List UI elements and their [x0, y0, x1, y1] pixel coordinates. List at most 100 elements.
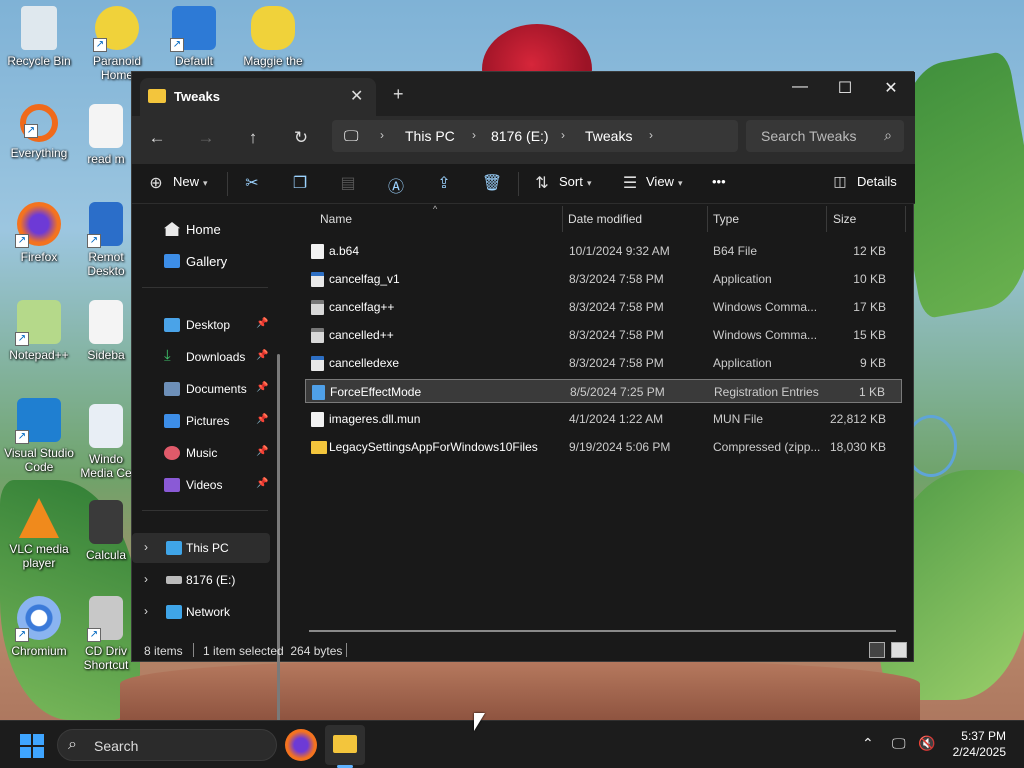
share-icon[interactable]: ⇪ [432, 173, 456, 193]
nav-home[interactable]: Home [132, 214, 270, 244]
desktop-icon-maggie[interactable]: Maggie the [232, 2, 314, 68]
desktop-icon-recycle-bin[interactable]: Recycle Bin [0, 2, 80, 68]
table-row[interactable]: cancelfag_v1 8/3/2024 7:58 PM Applicatio… [305, 267, 902, 291]
desktop-icon-everything[interactable]: ↗ Everything [0, 100, 80, 160]
desktop-icon-readme[interactable]: read m [76, 100, 136, 166]
desktop-icon-default[interactable]: ↗ Default [153, 2, 235, 68]
column-header-date[interactable]: Date modified [568, 212, 642, 226]
table-row[interactable]: cancelfag++ 8/3/2024 7:58 PM Windows Com… [305, 295, 902, 319]
column-header-name[interactable]: Name [320, 212, 352, 226]
details-button[interactable]: Details [857, 174, 897, 189]
volume-muted-icon[interactable]: 🔇 [918, 735, 935, 752]
refresh-icon[interactable]: ↻ [288, 128, 314, 148]
horizontal-scrollbar[interactable] [309, 630, 896, 632]
tab-close-icon[interactable]: ✕ [350, 86, 363, 106]
column-divider[interactable] [707, 206, 708, 232]
breadcrumb-drive[interactable]: 8176 (E:) [491, 128, 549, 144]
sort-icon: ⇅ [535, 175, 549, 192]
nav-drive-e[interactable]: › 8176 (E:) [132, 565, 270, 595]
desktop-icon-vlc[interactable]: VLC media player [0, 494, 80, 570]
breadcrumb[interactable]: 🖵 › This PC › 8176 (E:) › Tweaks › [332, 120, 738, 152]
desktop-icon-calculator[interactable]: Calcula [76, 496, 136, 562]
taskbar-search[interactable]: ⌕ Search [57, 729, 277, 761]
up-arrow-icon[interactable]: ↑ [240, 128, 266, 148]
chevron-right-icon[interactable]: › [144, 540, 148, 554]
forward-arrow-icon[interactable]: → [193, 128, 219, 148]
nav-desktop[interactable]: Desktop 📌 [132, 310, 270, 340]
sort-button[interactable]: Sort [559, 174, 583, 189]
breadcrumb-this-pc[interactable]: This PC [405, 128, 455, 144]
column-divider[interactable] [562, 206, 563, 232]
documents-icon [164, 382, 180, 396]
desktop-icon-cd-drive[interactable]: ↗ CD Driv Shortcut [76, 592, 136, 672]
chevron-right-icon[interactable]: › [380, 128, 384, 142]
nav-documents[interactable]: Documents 📌 [132, 374, 270, 404]
chevron-right-icon[interactable]: › [472, 128, 476, 142]
breadcrumb-tweaks[interactable]: Tweaks [585, 128, 632, 144]
chevron-down-icon: ▾ [203, 178, 208, 188]
nav-gallery[interactable]: Gallery [132, 246, 270, 276]
tab-tweaks[interactable]: Tweaks ✕ [140, 78, 376, 116]
desktop-icon-media-center[interactable]: Windo Media Ce [76, 400, 136, 480]
column-header-size[interactable]: Size [833, 212, 856, 226]
copy-icon[interactable]: ❐ [288, 173, 312, 193]
start-button[interactable] [20, 734, 44, 758]
back-arrow-icon[interactable]: ← [144, 128, 170, 148]
more-options-button[interactable]: ••• [712, 174, 726, 189]
remote-desktop-icon: ↗ [87, 202, 123, 248]
nav-this-pc[interactable]: › This PC [132, 533, 270, 563]
desktop-icon-firefox[interactable]: ↗ Firefox [0, 198, 80, 264]
paste-icon[interactable]: ▤ [336, 173, 360, 193]
chevron-right-icon[interactable]: › [561, 128, 565, 142]
desktop-icon-label: Firefox [20, 250, 58, 264]
chevron-up-icon[interactable]: ⌃ [862, 735, 874, 752]
maximize-button[interactable]: ☐ [830, 78, 860, 98]
nav-downloads[interactable]: ⤓ Downloads 📌 [132, 342, 270, 372]
table-row[interactable]: LegacySettingsAppForWindows10Files 9/19/… [305, 435, 902, 459]
nav-scrollbar[interactable] [277, 354, 280, 744]
desktop-icon-paranoid-home[interactable]: ↗ Paranoid Home [76, 2, 158, 82]
delete-icon[interactable]: 🗑 [480, 173, 504, 193]
table-row[interactable]: cancelled++ 8/3/2024 7:58 PM Windows Com… [305, 323, 902, 347]
firefox-taskbar-icon[interactable] [285, 729, 317, 761]
table-row[interactable]: cancelledexe 8/3/2024 7:58 PM Applicatio… [305, 351, 902, 375]
chevron-right-icon[interactable]: › [144, 604, 148, 618]
file-size: 9 KB [859, 356, 886, 370]
desktop-icon-label: Default [174, 54, 214, 68]
tiles-view-icon[interactable] [891, 642, 907, 658]
desktop-icon-notepadpp[interactable]: ↗ Notepad++ [0, 296, 80, 362]
nav-network[interactable]: › Network [132, 597, 270, 627]
calculator-icon [89, 500, 123, 544]
desktop-icon-remote-desktop[interactable]: ↗ Remot Deskto [76, 198, 136, 278]
desktop-icon-chromium[interactable]: ↗ Chromium [0, 592, 80, 658]
view-button[interactable]: View [646, 174, 674, 189]
taskbar-search-label: Search [94, 738, 139, 754]
new-button[interactable]: New [173, 174, 199, 189]
table-row[interactable]: a.b64 10/1/2024 9:32 AM B64 File 12 KB [305, 239, 902, 263]
search-input[interactable]: Search Tweaks ⌕ [746, 120, 904, 152]
close-button[interactable]: ✕ [876, 78, 906, 98]
column-header-type[interactable]: Type [713, 212, 739, 226]
nav-videos[interactable]: Videos 📌 [132, 470, 270, 500]
clock[interactable]: 5:37 PM 2/24/2025 [953, 728, 1006, 760]
chevron-right-icon[interactable]: › [144, 572, 148, 586]
minimize-button[interactable]: — [785, 78, 815, 96]
chevron-right-icon[interactable]: › [649, 128, 653, 142]
cut-icon[interactable]: ✂ [240, 173, 264, 193]
column-divider[interactable] [905, 206, 906, 232]
column-divider[interactable] [826, 206, 827, 232]
desktop-icon-sidebar[interactable]: Sideba [76, 296, 136, 362]
nav-pictures[interactable]: Pictures 📌 [132, 406, 270, 436]
table-row-selected[interactable]: ForceEffectMode 8/5/2024 7:25 PM Registr… [305, 379, 902, 403]
new-tab-button[interactable]: + [393, 84, 404, 105]
file-date: 10/1/2024 9:32 AM [569, 244, 670, 258]
network-icon[interactable]: 🖵 [892, 735, 906, 752]
music-icon [164, 446, 180, 460]
rename-icon[interactable]: Ⓐ [384, 173, 408, 197]
table-row[interactable]: imageres.dll.mun 4/1/2024 1:22 AM MUN Fi… [305, 407, 902, 431]
details-view-icon[interactable] [869, 642, 885, 658]
file-icon [311, 412, 324, 427]
desktop-icon-vscode[interactable]: ↗ Visual Studio Code [0, 394, 80, 474]
file-explorer-taskbar-button[interactable] [325, 725, 365, 765]
nav-music[interactable]: Music 📌 [132, 438, 270, 468]
